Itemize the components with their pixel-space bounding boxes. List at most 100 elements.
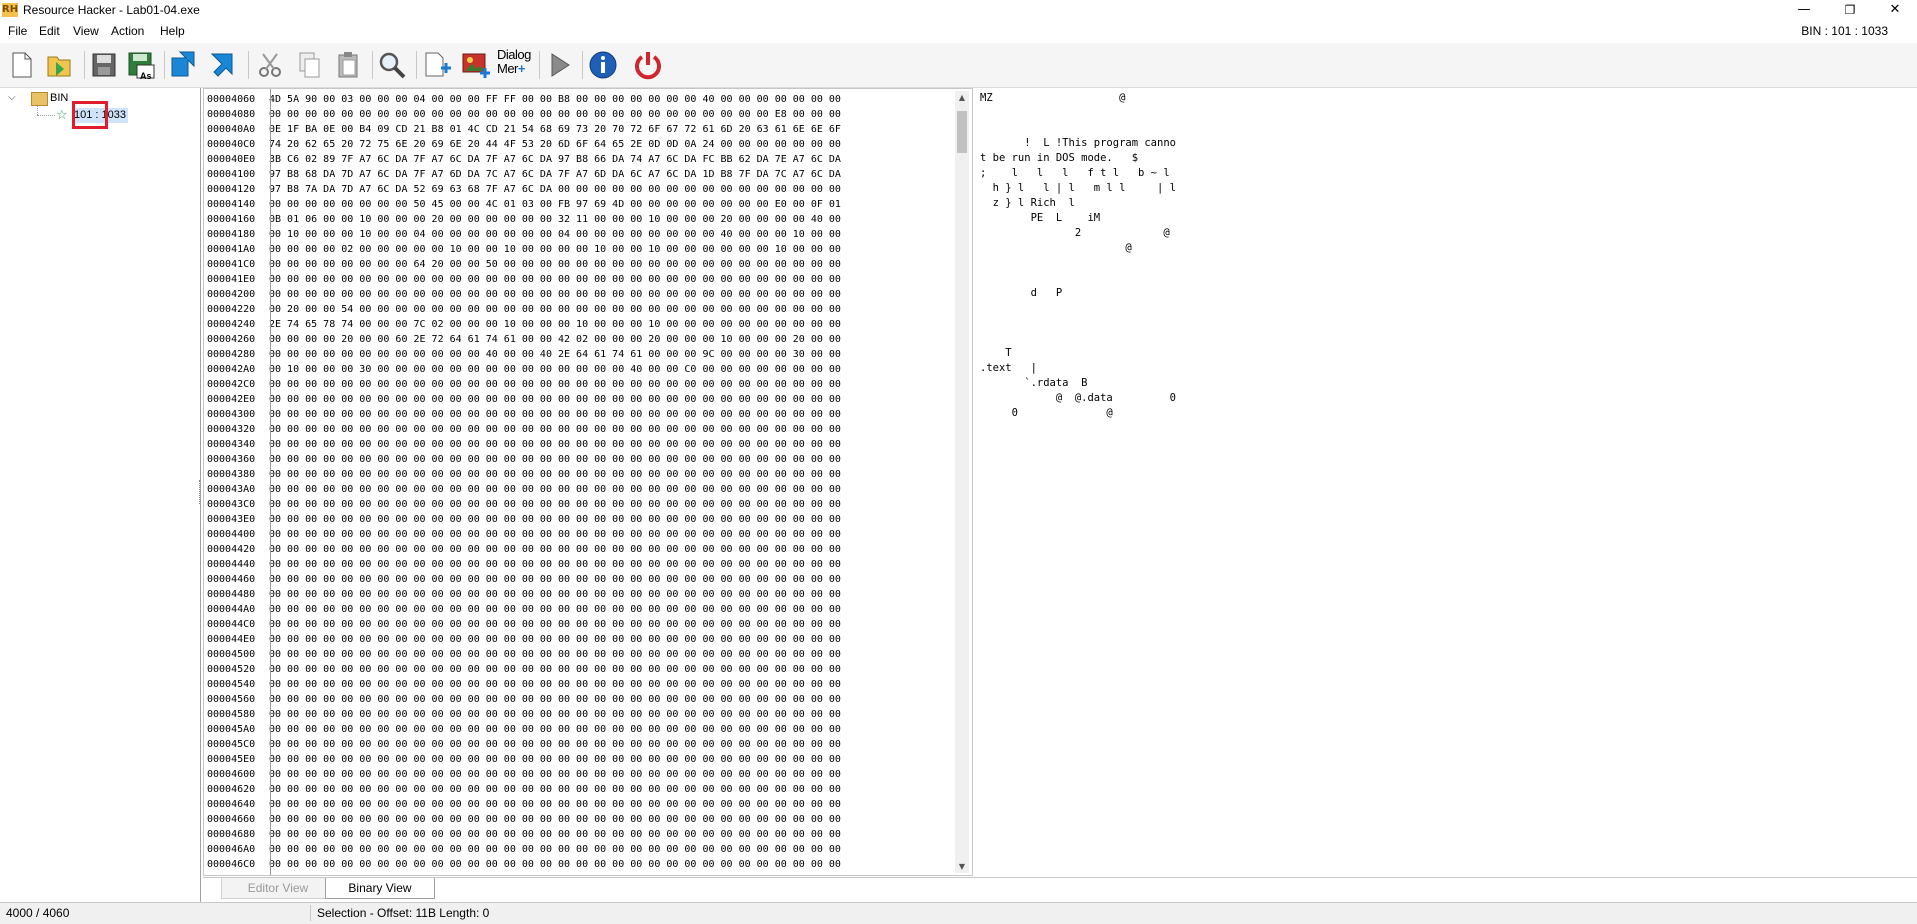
hex-bytes[interactable]: 00 00 00 00 00 00 00 00 00 00 00 00 00 0… bbox=[269, 514, 841, 525]
menu-help[interactable]: Help bbox=[160, 24, 185, 38]
hex-bytes[interactable]: 00 00 00 00 00 00 00 00 00 00 00 00 00 0… bbox=[269, 829, 841, 840]
menu-view[interactable]: View bbox=[73, 24, 99, 38]
maximize-button[interactable]: ❐ bbox=[1827, 0, 1873, 22]
hex-bytes[interactable]: 00 00 00 00 00 00 00 00 00 00 00 00 00 0… bbox=[269, 289, 841, 300]
hex-row: 00004400 00 00 00 00 00 00 00 00 00 00 00… bbox=[207, 527, 841, 542]
hex-bytes[interactable]: 00 00 00 00 00 00 00 00 00 00 00 00 00 0… bbox=[269, 784, 841, 795]
power-icon[interactable] bbox=[631, 48, 665, 82]
hex-bytes[interactable]: 97 B8 68 DA 7D A7 6C DA 7F A7 6D DA 7C A… bbox=[269, 169, 841, 180]
tree-root-bin[interactable]: BIN bbox=[50, 92, 68, 104]
minimize-button[interactable]: — bbox=[1781, 0, 1827, 22]
hex-bytes[interactable]: 00 00 00 00 00 00 00 00 00 00 00 00 00 0… bbox=[269, 409, 841, 420]
hex-bytes[interactable]: 00 00 00 00 00 00 00 00 00 00 00 00 00 0… bbox=[269, 559, 841, 570]
hex-bytes[interactable]: 00 00 00 00 00 00 00 00 00 00 00 00 00 0… bbox=[269, 529, 841, 540]
hex-bytes[interactable]: 74 20 62 65 20 72 75 6E 20 69 6E 20 44 4… bbox=[269, 139, 841, 150]
save-icon[interactable] bbox=[87, 48, 121, 82]
forward-icon[interactable] bbox=[206, 48, 240, 82]
hex-bytes[interactable]: 00 00 00 00 00 00 00 00 00 00 00 00 00 0… bbox=[269, 679, 841, 690]
hex-bytes[interactable]: 00 00 00 00 00 00 00 00 00 00 00 00 00 0… bbox=[269, 709, 841, 720]
hex-bytes[interactable]: 00 00 00 00 00 00 00 00 00 00 00 00 00 0… bbox=[269, 424, 841, 435]
hex-bytes[interactable]: 4D 5A 90 00 03 00 00 00 04 00 00 00 FF F… bbox=[269, 94, 841, 105]
hex-offset: 000045E0 bbox=[207, 754, 256, 765]
hex-bytes[interactable]: 97 B8 7A DA 7D A7 6C DA 52 69 63 68 7F A… bbox=[269, 184, 841, 195]
hex-bytes[interactable]: 00 10 00 00 00 30 00 00 00 00 00 00 00 0… bbox=[269, 364, 841, 375]
hex-bytes[interactable]: 00 00 00 00 00 00 00 00 00 00 00 00 00 0… bbox=[269, 544, 841, 555]
tab-binary-view[interactable]: Binary View bbox=[325, 878, 435, 899]
hex-bytes[interactable]: 00 00 00 00 00 00 00 00 00 00 00 00 00 0… bbox=[269, 469, 841, 480]
scroll-down-arrow[interactable]: ▼ bbox=[957, 862, 967, 871]
copy-icon[interactable] bbox=[292, 48, 326, 82]
hex-bytes[interactable]: 00 00 00 00 00 00 00 00 00 00 00 00 00 0… bbox=[269, 664, 841, 675]
ascii-view[interactable]: MZ @ ! L !This program canno t be run in … bbox=[980, 91, 1380, 871]
hex-bytes[interactable]: 00 00 00 00 00 00 00 00 00 00 00 00 00 0… bbox=[269, 484, 841, 495]
hex-offset: 00004100 bbox=[207, 169, 256, 180]
hex-bytes[interactable]: 00 00 00 00 00 00 00 00 00 00 00 00 00 0… bbox=[269, 394, 841, 405]
close-button[interactable]: ✕ bbox=[1872, 0, 1917, 22]
hex-offset: 00004140 bbox=[207, 199, 256, 210]
hex-bytes[interactable]: 00 00 00 00 00 00 00 00 00 00 00 00 00 0… bbox=[269, 634, 841, 645]
hex-bytes[interactable]: 0B 01 06 00 00 10 00 00 00 20 00 00 00 0… bbox=[269, 214, 841, 225]
paste-icon[interactable] bbox=[331, 48, 365, 82]
hex-bytes[interactable]: 00 00 00 00 00 00 00 00 00 00 00 00 00 0… bbox=[269, 499, 841, 510]
ascii-line bbox=[980, 106, 1380, 121]
hex-bytes[interactable]: 00 00 00 00 00 00 00 00 00 00 00 00 00 0… bbox=[269, 604, 841, 615]
hex-bytes[interactable]: 00 00 00 00 00 00 00 00 00 00 00 00 00 0… bbox=[269, 724, 841, 735]
new-icon[interactable] bbox=[4, 48, 38, 82]
resource-tree[interactable]: ⌵ BIN ☆ 101 : 1033 bbox=[0, 88, 201, 904]
hex-bytes[interactable]: 00 00 00 00 00 00 00 00 00 00 00 00 00 0… bbox=[269, 694, 841, 705]
hex-bytes[interactable]: 2E 74 65 78 74 00 00 00 7C 02 00 00 00 1… bbox=[269, 319, 841, 330]
hex-bytes[interactable]: 00 00 00 00 00 00 00 00 00 00 00 00 00 0… bbox=[269, 589, 841, 600]
hex-bytes[interactable]: 00 20 00 00 54 00 00 00 00 00 00 00 00 0… bbox=[269, 304, 841, 315]
hex-bytes[interactable]: 00 00 00 00 00 00 00 00 64 20 00 00 50 0… bbox=[269, 259, 841, 270]
search-icon[interactable] bbox=[375, 48, 409, 82]
hex-bytes[interactable]: 0E 1F BA 0E 00 B4 09 CD 21 B8 01 4C CD 2… bbox=[269, 124, 841, 135]
scroll-up-arrow[interactable]: ▲ bbox=[957, 93, 967, 102]
hex-row: 000040C0 74 20 62 65 20 72 75 6E 20 69 6E… bbox=[207, 137, 841, 152]
hex-row: 00004140 00 00 00 00 00 00 00 00 50 45 00… bbox=[207, 197, 841, 212]
hex-offset: 00004680 bbox=[207, 829, 256, 840]
hex-bytes[interactable]: 00 00 00 00 00 00 00 00 00 00 00 00 00 0… bbox=[269, 754, 841, 765]
hex-bytes[interactable]: 00 00 00 00 00 00 00 00 00 00 00 00 00 0… bbox=[269, 844, 841, 855]
hex-bytes[interactable]: 00 00 00 00 02 00 00 00 00 00 10 00 00 1… bbox=[269, 244, 841, 255]
hex-bytes[interactable]: 00 00 00 00 00 00 00 00 00 00 00 00 00 0… bbox=[269, 859, 841, 870]
hex-bytes[interactable]: 00 00 00 00 00 00 00 00 00 00 00 00 00 0… bbox=[269, 274, 841, 285]
hex-bytes[interactable]: 00 00 00 00 00 00 00 00 00 00 00 00 00 0… bbox=[269, 109, 841, 120]
hex-row: 000042A0 00 10 00 00 00 30 00 00 00 00 00… bbox=[207, 362, 841, 377]
hex-bytes[interactable]: 00 00 00 00 00 00 00 00 00 00 00 00 00 0… bbox=[269, 379, 841, 390]
open-icon[interactable] bbox=[42, 48, 76, 82]
hex-bytes[interactable]: 00 00 00 00 00 00 00 00 00 00 00 00 00 0… bbox=[269, 619, 841, 630]
back-icon[interactable] bbox=[166, 48, 200, 82]
hex-bytes[interactable]: 3B C6 02 89 7F A7 6C DA 7F A7 6C DA 7F A… bbox=[269, 154, 841, 165]
menu-edit[interactable]: Edit bbox=[39, 24, 60, 38]
menu-action[interactable]: Action bbox=[111, 24, 144, 38]
hex-bytes[interactable]: 00 00 00 00 00 00 00 00 00 00 00 00 00 0… bbox=[269, 454, 841, 465]
hex-row: 00004500 00 00 00 00 00 00 00 00 00 00 00… bbox=[207, 647, 841, 662]
hex-offset: 000041C0 bbox=[207, 259, 256, 270]
hex-bytes[interactable]: 00 00 00 00 00 00 00 00 50 45 00 00 4C 0… bbox=[269, 199, 841, 210]
hex-view[interactable]: 00004060 4D 5A 90 00 03 00 00 00 04 00 00… bbox=[203, 88, 973, 876]
hex-bytes[interactable]: 00 10 00 00 00 10 00 00 04 00 00 00 00 0… bbox=[269, 229, 841, 240]
tab-editor-view[interactable]: Editor View bbox=[221, 878, 335, 899]
hex-bytes[interactable]: 00 00 00 00 00 00 00 00 00 00 00 00 40 0… bbox=[269, 349, 841, 360]
play-icon[interactable] bbox=[542, 48, 576, 82]
hex-bytes[interactable]: 00 00 00 00 00 00 00 00 00 00 00 00 00 0… bbox=[269, 799, 841, 810]
chevron-down-icon[interactable]: ⌵ bbox=[8, 92, 16, 103]
hex-row: 000045A0 00 00 00 00 00 00 00 00 00 00 00… bbox=[207, 722, 841, 737]
scroll-thumb[interactable] bbox=[957, 111, 967, 153]
cut-icon[interactable] bbox=[253, 48, 287, 82]
hex-bytes[interactable]: 00 00 00 00 00 00 00 00 00 00 00 00 00 0… bbox=[269, 574, 841, 585]
add-image-icon[interactable] bbox=[458, 48, 492, 82]
dialog-menu-icon[interactable]: Dialog Mer+ bbox=[497, 48, 533, 82]
hex-bytes[interactable]: 00 00 00 00 20 00 00 60 2E 72 64 61 74 6… bbox=[269, 334, 841, 345]
menu-file[interactable]: File bbox=[8, 24, 27, 38]
hex-bytes[interactable]: 00 00 00 00 00 00 00 00 00 00 00 00 00 0… bbox=[269, 439, 841, 450]
info-icon[interactable] bbox=[586, 48, 620, 82]
hex-offset-divider bbox=[270, 89, 271, 875]
hex-row: 00004320 00 00 00 00 00 00 00 00 00 00 00… bbox=[207, 422, 841, 437]
hex-bytes[interactable]: 00 00 00 00 00 00 00 00 00 00 00 00 00 0… bbox=[269, 739, 841, 750]
hex-bytes[interactable]: 00 00 00 00 00 00 00 00 00 00 00 00 00 0… bbox=[269, 649, 841, 660]
hex-bytes[interactable]: 00 00 00 00 00 00 00 00 00 00 00 00 00 0… bbox=[269, 814, 841, 825]
hex-bytes[interactable]: 00 00 00 00 00 00 00 00 00 00 00 00 00 0… bbox=[269, 769, 841, 780]
hex-scrollbar[interactable]: ▲ ▼ bbox=[955, 91, 969, 873]
add-resource-icon[interactable] bbox=[419, 48, 453, 82]
